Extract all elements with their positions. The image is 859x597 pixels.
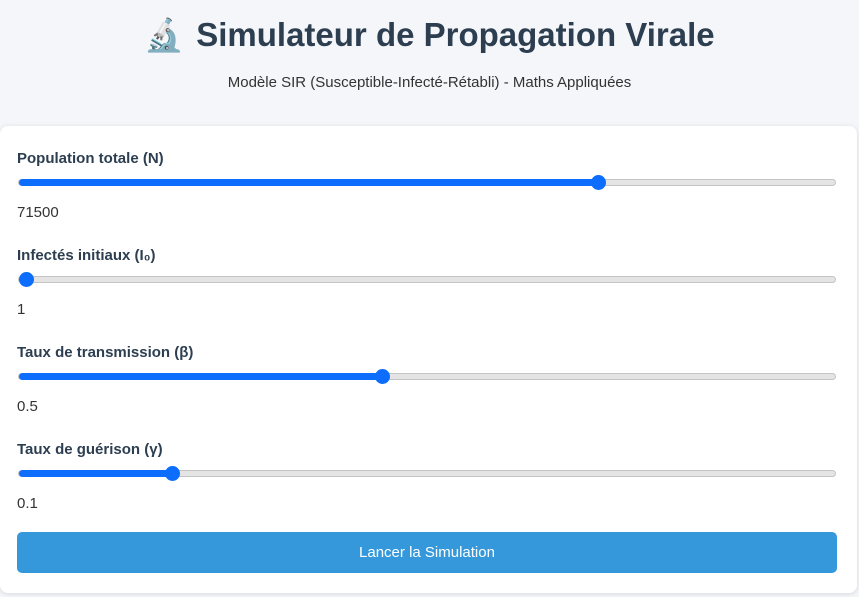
controls-panel: Population totale (N) 71500 Infectés ini… (0, 126, 857, 593)
page-subtitle: Modèle SIR (Susceptible-Infecté-Rétabli)… (227, 74, 632, 91)
recovery-rate-label: Taux de guérison (γ) (17, 441, 163, 458)
population-label: Population totale (N) (17, 150, 164, 167)
initial-infected-label: Infectés initiaux (I₀) (17, 247, 156, 264)
run-simulation-button[interactable]: Lancer la Simulation (17, 532, 837, 573)
page-title: 🔬 Simulateur de Propagation Virale (0, 16, 859, 54)
initial-infected-value: 1 (17, 301, 26, 318)
page-title-text: Simulateur de Propagation Virale (196, 16, 715, 53)
population-slider-thumb[interactable] (591, 175, 607, 190)
population-value: 71500 (17, 204, 59, 221)
population-slider[interactable] (18, 175, 836, 190)
recovery-rate-slider-fill (19, 470, 173, 477)
initial-infected-slider[interactable] (18, 272, 836, 287)
recovery-rate-slider-thumb[interactable] (165, 466, 181, 481)
transmission-rate-label: Taux de transmission (β) (17, 344, 194, 361)
microscope-icon: 🔬 (144, 17, 185, 53)
transmission-rate-slider-thumb[interactable] (375, 369, 391, 384)
recovery-rate-slider[interactable] (18, 466, 836, 481)
transmission-rate-value: 0.5 (17, 398, 38, 415)
recovery-rate-value: 0.1 (17, 495, 38, 512)
transmission-rate-slider-fill (19, 373, 383, 380)
initial-infected-slider-thumb[interactable] (19, 272, 34, 287)
page-header: 🔬 Simulateur de Propagation Virale Modèl… (0, 0, 859, 126)
population-slider-fill (19, 179, 599, 186)
transmission-rate-slider[interactable] (18, 369, 836, 384)
